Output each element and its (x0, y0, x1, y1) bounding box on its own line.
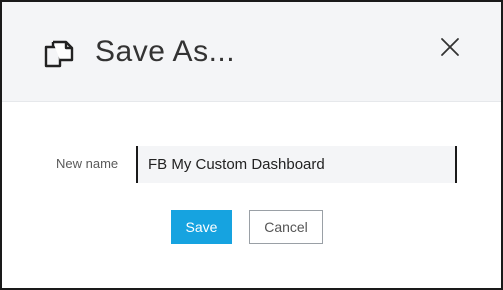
new-name-label: New name (56, 156, 119, 171)
dialog-header: Save As... (2, 2, 501, 102)
save-button[interactable]: Save (171, 210, 232, 244)
dialog-title: Save As... (95, 35, 236, 68)
copy-documents-icon (42, 38, 76, 70)
new-name-input[interactable] (136, 146, 457, 183)
cancel-button[interactable]: Cancel (249, 210, 323, 244)
close-icon[interactable] (438, 35, 462, 59)
save-as-dialog: Save As... New name Save Cancel (0, 0, 503, 290)
